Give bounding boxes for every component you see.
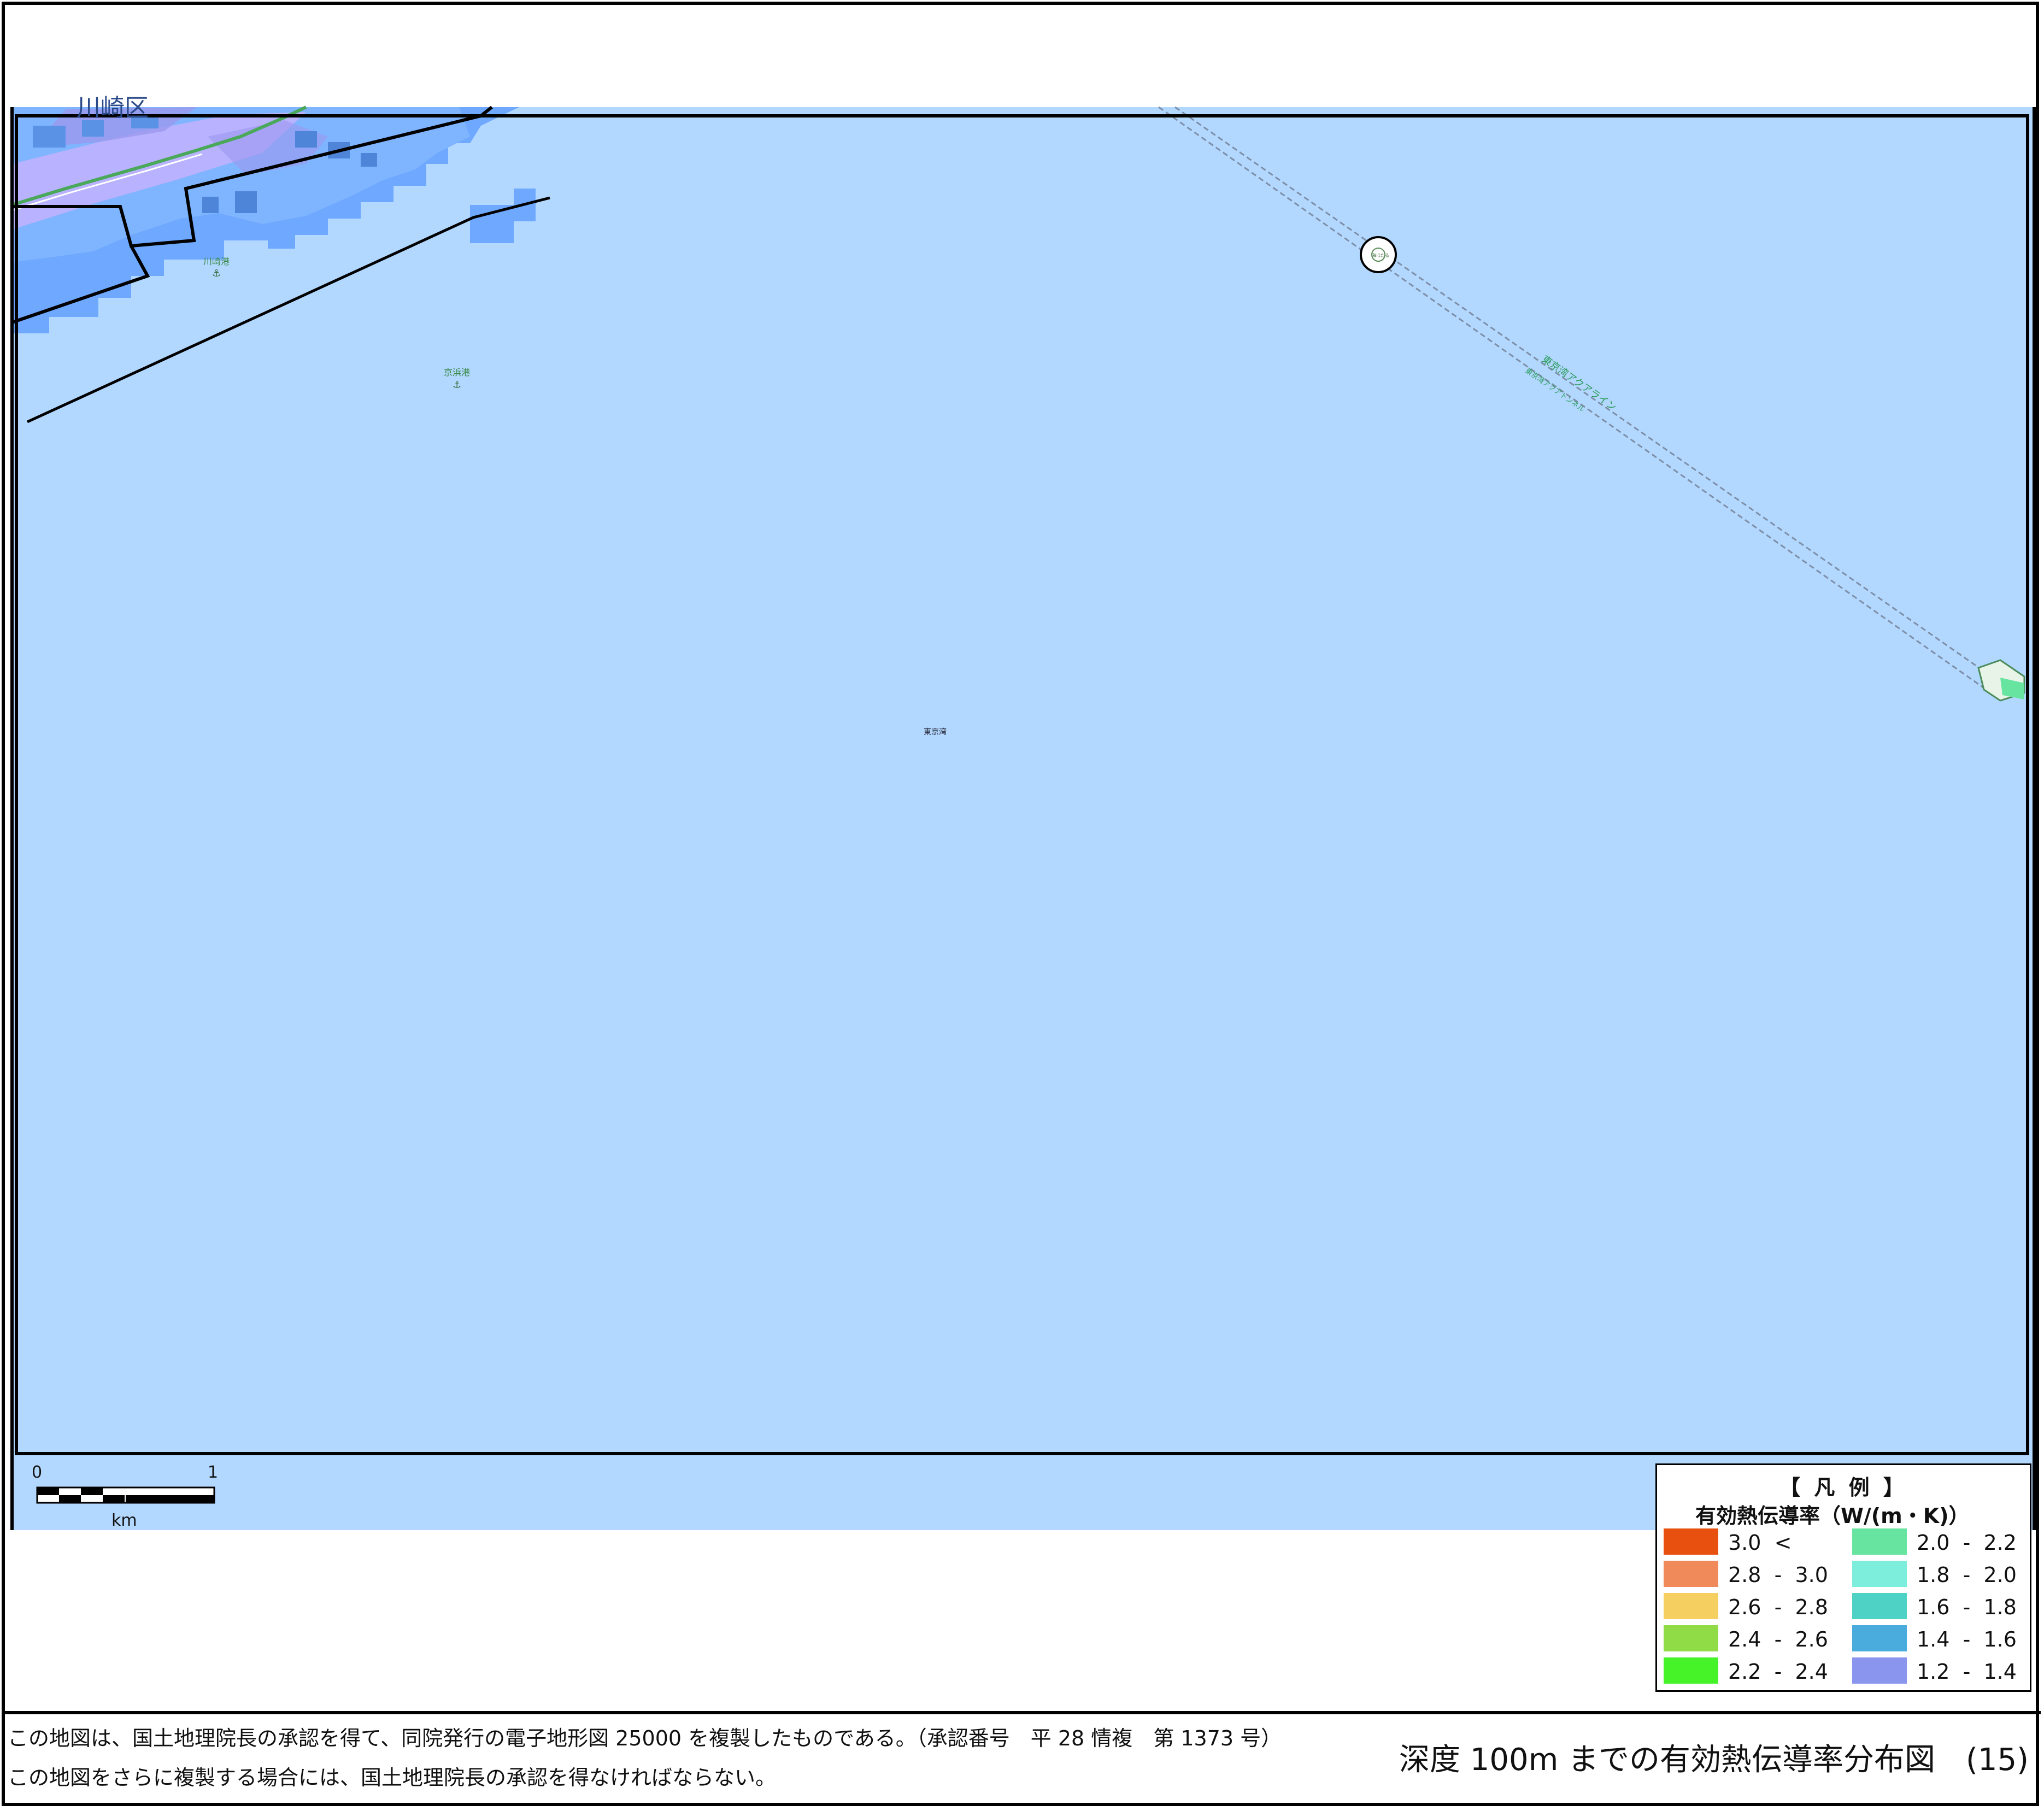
copyright-note-line2: この地図をさらに複製する場合には、国土地理院長の承認を得なければならない。 bbox=[8, 1766, 777, 1790]
label-keihin-port: 京浜港 bbox=[444, 367, 470, 378]
legend-label: 2.8 - 3.0 bbox=[1728, 1563, 1828, 1587]
legend-label: 1.2 - 1.4 bbox=[1917, 1660, 2017, 1684]
copyright-note-line1: この地図は、国土地理院長の承認を得て、同院発行の電子地形図 25000 を複製し… bbox=[8, 1726, 1282, 1750]
anchor-keihin-port: ⚓ bbox=[453, 379, 461, 391]
legend-swatch bbox=[1852, 1593, 1907, 1619]
legend-label: 2.2 - 2.4 bbox=[1728, 1660, 1828, 1684]
legend-label: 2.4 - 2.6 bbox=[1728, 1627, 1828, 1651]
label-tokyo-bay: 東京湾 bbox=[924, 727, 947, 737]
legend-label: 2.6 - 2.8 bbox=[1728, 1595, 1828, 1619]
legend-swatch bbox=[1852, 1657, 1907, 1684]
legend-swatch bbox=[1664, 1657, 1718, 1684]
legend-swatch bbox=[1664, 1625, 1718, 1651]
scale-unit-label: km bbox=[111, 1511, 137, 1530]
legend-label: 2.0 - 2.2 bbox=[1917, 1531, 2017, 1555]
label-kawasaki-ku: 川崎区 bbox=[77, 94, 149, 122]
legend-subtitle: 有効熱伝導率（W/(m・K)） bbox=[1695, 1504, 1970, 1528]
legend-label: 1.4 - 1.6 bbox=[1917, 1627, 2017, 1651]
anchor-kawasaki-port: ⚓ bbox=[212, 268, 221, 279]
legend-swatch bbox=[1664, 1528, 1718, 1555]
label-kawasaki-port: 川崎港 bbox=[203, 256, 230, 267]
legend-swatch bbox=[1852, 1561, 1907, 1587]
legend-label: 3.0 < bbox=[1728, 1531, 1792, 1555]
scale-start-label: 0 bbox=[32, 1463, 42, 1482]
legend-swatch bbox=[1852, 1528, 1907, 1555]
legend-label: 1.6 - 1.8 bbox=[1917, 1595, 2017, 1619]
legend-label: 1.8 - 2.0 bbox=[1917, 1563, 2017, 1587]
map-title: 深度 100m までの有効熱伝導率分布図 (15) bbox=[1399, 1742, 2029, 1778]
legend-heading: 【 凡 例 】 bbox=[1779, 1475, 1907, 1500]
scale-end-label: 1 bbox=[208, 1463, 218, 1482]
legend-swatch bbox=[1664, 1593, 1718, 1619]
sea-area bbox=[12, 107, 2034, 1530]
legend-box: 【 凡 例 】 有効熱伝導率（W/(m・K)） 3.0 < 2.8 - 3.0 2.… bbox=[1655, 1463, 2031, 1692]
legend-swatch bbox=[1852, 1625, 1907, 1651]
label-umihotaru: 海ほたる bbox=[1372, 252, 1389, 258]
legend-swatch bbox=[1664, 1561, 1718, 1587]
